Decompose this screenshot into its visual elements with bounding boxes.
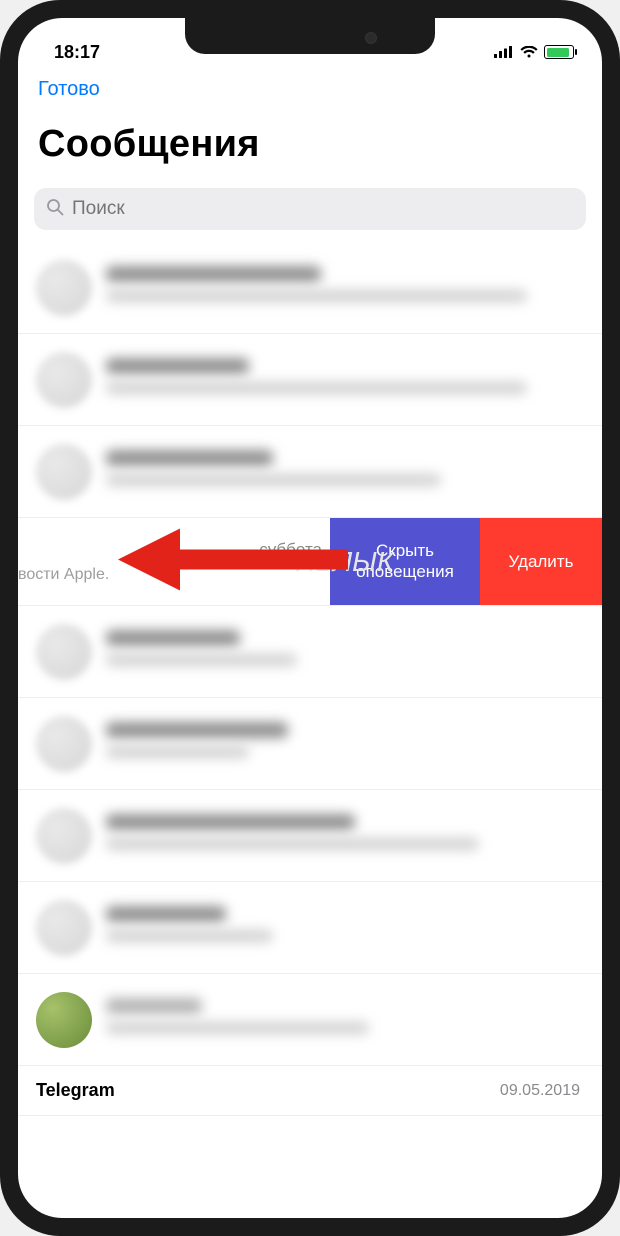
delete-button[interactable]: Удалить <box>480 518 602 605</box>
message-date: суббота <box>18 540 330 560</box>
list-item-swiped[interactable]: ЯБЛЫК суббота вости Apple. Скрыть оповещ… <box>18 518 602 606</box>
status-indicators <box>494 45 574 59</box>
avatar <box>36 624 92 680</box>
avatar <box>36 260 92 316</box>
cellular-signal-icon <box>494 46 514 58</box>
avatar <box>36 808 92 864</box>
device-frame: 18:17 Готово Сообщения <box>0 0 620 1236</box>
page-title: Сообщения <box>38 123 582 166</box>
message-date: 09.05.2019 <box>500 1082 580 1100</box>
status-time: 18:17 <box>54 42 100 63</box>
list-item[interactable] <box>18 698 602 790</box>
list-item[interactable] <box>18 334 602 426</box>
avatar <box>36 716 92 772</box>
list-item[interactable] <box>18 974 602 1066</box>
list-item[interactable]: Telegram 09.05.2019 <box>18 1066 602 1116</box>
hide-alerts-button[interactable]: Скрыть оповещения <box>330 518 480 605</box>
list-item[interactable] <box>18 242 602 334</box>
avatar <box>36 352 92 408</box>
search-input[interactable] <box>72 198 574 220</box>
avatar <box>36 444 92 500</box>
message-preview: вости Apple. <box>18 566 330 584</box>
notch <box>185 18 435 54</box>
search-field[interactable] <box>34 188 586 230</box>
conversation-list[interactable]: ЯБЛЫК суббота вости Apple. Скрыть оповещ… <box>18 242 602 1116</box>
battery-charging-icon <box>544 45 574 59</box>
swiped-cell: суббота вости Apple. <box>18 540 330 584</box>
search-icon <box>46 198 64 221</box>
avatar <box>36 992 92 1048</box>
avatar <box>36 900 92 956</box>
screen: 18:17 Готово Сообщения <box>18 18 602 1218</box>
contact-name: Telegram <box>36 1080 115 1101</box>
list-item[interactable] <box>18 790 602 882</box>
wifi-icon <box>520 46 538 58</box>
list-item[interactable] <box>18 882 602 974</box>
done-button[interactable]: Готово <box>38 78 582 101</box>
list-item[interactable] <box>18 426 602 518</box>
list-item[interactable] <box>18 606 602 698</box>
header: Готово Сообщения <box>18 70 602 176</box>
